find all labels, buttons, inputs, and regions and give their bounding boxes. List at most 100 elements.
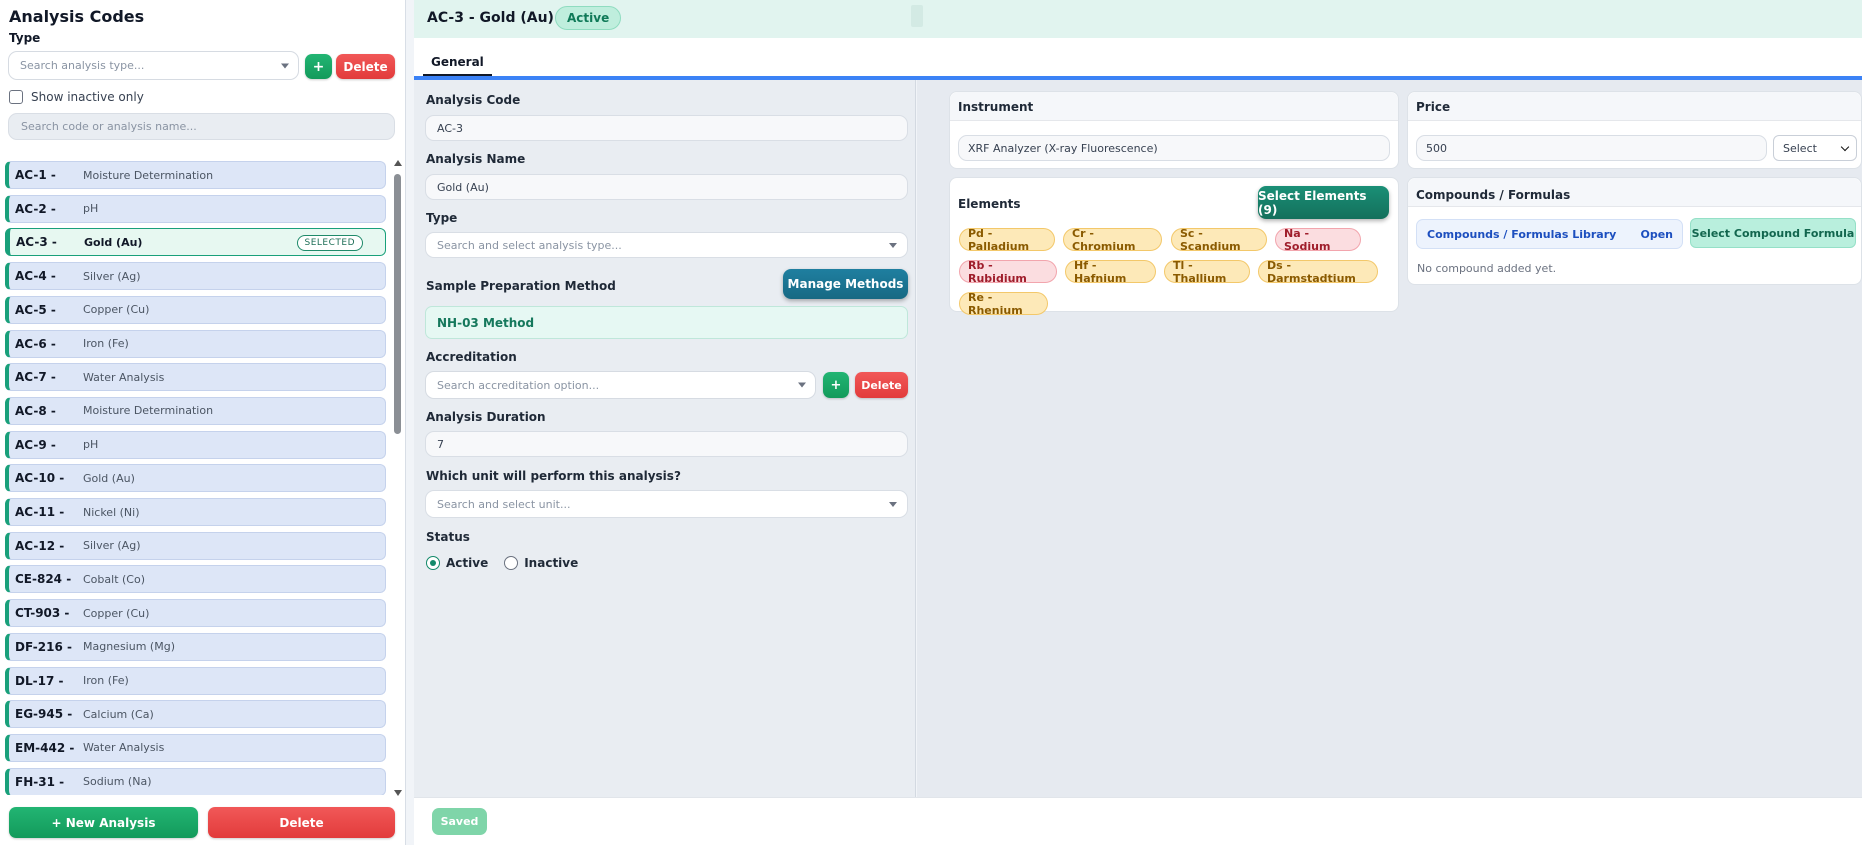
element-tag[interactable]: Sc - Scandium bbox=[1171, 227, 1267, 253]
list-item[interactable]: CE-824 - Cobalt (Co) bbox=[5, 565, 386, 594]
list-item[interactable]: AC-5 - Copper (Cu) bbox=[5, 295, 386, 324]
accreditation-select[interactable]: Search accreditation option... bbox=[425, 371, 816, 399]
detail-header: AC-3 - Gold (Au) Active bbox=[414, 0, 1862, 38]
prep-method-value: NH-03 Method bbox=[437, 315, 535, 330]
caret-down-icon bbox=[798, 382, 806, 388]
instrument-card-header: Instrument bbox=[950, 92, 1398, 121]
list-item-name: pH bbox=[83, 438, 99, 452]
tab-general[interactable]: General bbox=[423, 49, 492, 76]
show-inactive-checkbox[interactable] bbox=[9, 90, 23, 104]
list-item[interactable]: AC-8 - Moisture Determination bbox=[5, 396, 386, 425]
element-tag[interactable]: Ds - Darmstadtium bbox=[1258, 259, 1378, 285]
duration-field[interactable]: 7 bbox=[425, 431, 908, 457]
type-filter-combobox[interactable]: Search analysis type... bbox=[8, 51, 299, 80]
list-item-name: Moisture Determination bbox=[83, 404, 214, 418]
element-tag[interactable]: Pd - Palladium bbox=[959, 227, 1055, 253]
list-item-code: AC-10 - bbox=[15, 471, 65, 486]
list-item[interactable]: CT-903 - Copper (Cu) bbox=[5, 599, 386, 628]
list-item[interactable]: AC-2 - pH bbox=[5, 194, 386, 223]
element-tag[interactable]: Tl - Thallium bbox=[1164, 259, 1250, 285]
delete-analysis-button[interactable]: Delete bbox=[208, 807, 395, 838]
add-accreditation-button[interactable]: + bbox=[823, 372, 849, 398]
type-filter-placeholder: Search analysis type... bbox=[20, 59, 145, 72]
general-form: Analysis Code AC-3 Analysis Name Gold (A… bbox=[414, 80, 916, 797]
delete-accreditation-button[interactable]: Delete bbox=[855, 372, 908, 398]
list-item[interactable]: AC-11 - Nickel (Ni) bbox=[5, 498, 386, 526]
list-item[interactable]: EG-945 - Calcium (Ca) bbox=[5, 700, 386, 729]
status-inactive-radio[interactable] bbox=[504, 556, 519, 570]
list-item[interactable]: AC-3 - Gold (Au) SELECTED bbox=[5, 228, 386, 257]
currency-select[interactable]: Select bbox=[1773, 135, 1857, 161]
list-item-name: Water Analysis bbox=[83, 741, 165, 755]
list-item-code: AC-11 - bbox=[15, 505, 65, 519]
list-item[interactable]: AC-10 - Gold (Au) bbox=[5, 464, 386, 493]
scrollbar-thumb[interactable] bbox=[394, 174, 401, 434]
status-inactive-label[interactable]: Inactive bbox=[524, 556, 578, 570]
list-item[interactable]: AC-7 - Water Analysis bbox=[5, 363, 386, 392]
new-analysis-button[interactable]: + New Analysis bbox=[9, 807, 198, 838]
analysis-code-value: AC-3 bbox=[437, 121, 463, 135]
saved-button[interactable]: Saved bbox=[432, 808, 487, 835]
price-card-header: Price bbox=[1408, 92, 1861, 121]
list-item-name: Copper (Cu) bbox=[83, 606, 150, 620]
list-item-code: AC-2 - bbox=[15, 201, 56, 216]
list-item-code: AC-1 - bbox=[15, 168, 56, 182]
type-filter-label: Type bbox=[9, 31, 41, 45]
list-item[interactable]: AC-9 - pH bbox=[5, 430, 386, 459]
list-item-name: Sodium (Na) bbox=[83, 775, 152, 789]
element-tag[interactable]: Na - Sodium bbox=[1275, 227, 1361, 253]
scroll-up-arrow-icon[interactable] bbox=[394, 160, 402, 166]
show-inactive-toggle[interactable]: Show inactive only bbox=[9, 90, 144, 104]
unit-select[interactable]: Search and select unit... bbox=[425, 490, 908, 518]
instrument-field[interactable]: XRF Analyzer (X-ray Fluorescence) bbox=[958, 135, 1390, 161]
analysis-code-field[interactable]: AC-3 bbox=[425, 115, 908, 141]
list-item-name: Iron (Fe) bbox=[83, 674, 129, 687]
list-item[interactable]: AC-1 - Moisture Determination bbox=[5, 161, 386, 189]
list-item[interactable]: AC-4 - Silver (Ag) bbox=[5, 262, 386, 291]
list-item[interactable]: AC-12 - Silver (Ag) bbox=[5, 531, 386, 560]
price-field[interactable]: 500 bbox=[1416, 135, 1767, 161]
list-item-code: DF-216 - bbox=[15, 639, 72, 654]
caret-down-icon bbox=[889, 243, 897, 248]
status-radio-group: Active Inactive bbox=[426, 556, 578, 570]
list-item-name: Silver (Ag) bbox=[83, 269, 141, 283]
type-select[interactable]: Search and select analysis type... bbox=[425, 232, 908, 258]
duration-value: 7 bbox=[437, 437, 444, 451]
accreditation-label: Accreditation bbox=[426, 350, 517, 364]
add-type-button[interactable]: + bbox=[305, 54, 332, 79]
list-item[interactable]: DF-216 - Magnesium (Mg) bbox=[5, 632, 386, 661]
compounds-empty-text: No compound added yet. bbox=[1417, 262, 1557, 275]
type-label: Type bbox=[426, 211, 458, 225]
compounds-library-label: Compounds / Formulas Library bbox=[1427, 228, 1617, 241]
instrument-title: Instrument bbox=[958, 100, 1034, 114]
status-active-radio[interactable] bbox=[426, 556, 440, 570]
element-tag[interactable]: Re - Rhenium bbox=[959, 291, 1048, 317]
unit-select-placeholder: Search and select unit... bbox=[437, 497, 571, 511]
select-compound-button[interactable]: Select Compound Formula bbox=[1690, 218, 1856, 248]
selected-badge: SELECTED bbox=[296, 235, 363, 252]
analysis-name-value: Gold (Au) bbox=[437, 180, 489, 194]
compounds-library-box: Compounds / Formulas Library Open bbox=[1416, 219, 1683, 249]
manage-methods-button[interactable]: Manage Methods bbox=[783, 269, 908, 299]
list-item-code: AC-3 - bbox=[16, 235, 57, 250]
list-item[interactable]: AC-6 - Iron (Fe) bbox=[5, 329, 386, 358]
caret-down-icon bbox=[281, 63, 289, 68]
list-item[interactable]: EM-442 - Water Analysis bbox=[5, 733, 386, 762]
open-library-link[interactable]: Open bbox=[1640, 228, 1673, 241]
list-item[interactable]: DL-17 - Iron (Fe) bbox=[5, 666, 386, 695]
list-scrollbar[interactable] bbox=[393, 160, 403, 796]
analysis-name-field[interactable]: Gold (Au) bbox=[425, 174, 908, 200]
prep-method-value-box[interactable]: NH-03 Method bbox=[425, 306, 908, 339]
code-search-input[interactable]: Search code or analysis name... bbox=[8, 113, 395, 140]
scroll-down-arrow-icon[interactable] bbox=[394, 790, 402, 796]
list-item[interactable]: FH-31 - Sodium (Na) bbox=[5, 767, 386, 795]
select-elements-button[interactable]: Select Elements (9) bbox=[1258, 186, 1389, 219]
delete-type-button[interactable]: Delete bbox=[336, 54, 395, 79]
element-tag[interactable]: Rb - Rubidium bbox=[959, 259, 1057, 285]
list-item-name: Copper (Cu) bbox=[83, 303, 150, 317]
show-inactive-label: Show inactive only bbox=[31, 90, 144, 104]
status-active-label[interactable]: Active bbox=[446, 556, 488, 570]
element-tag[interactable]: Cr - Chromium bbox=[1063, 227, 1162, 253]
element-tag[interactable]: Hf - Hafnium bbox=[1065, 259, 1156, 285]
status-badge: Active bbox=[555, 6, 622, 30]
